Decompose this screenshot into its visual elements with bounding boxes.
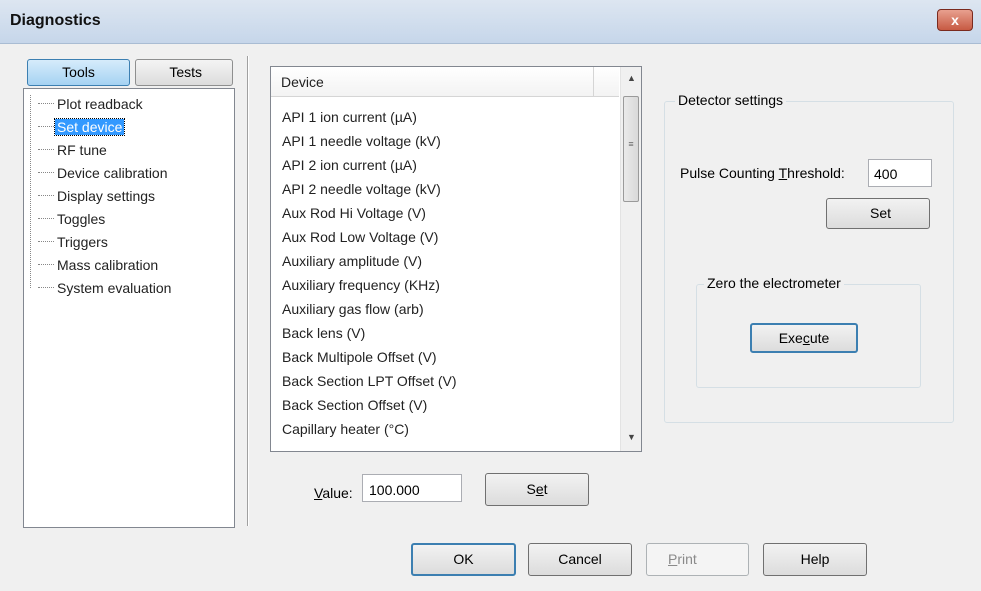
threshold-input[interactable]: 400 [868, 159, 932, 187]
list-item[interactable]: Auxiliary amplitude (V) [282, 249, 422, 273]
tree-item-label: System evaluation [57, 280, 172, 296]
tree-item-label: Toggles [57, 211, 106, 227]
value-input[interactable]: 100.000 [362, 474, 462, 502]
tree-item-label: Set device [53, 118, 126, 136]
list-item[interactable]: Auxiliary frequency (KHz) [282, 273, 440, 297]
list-item[interactable]: Back Multipole Offset (V) [282, 345, 437, 369]
device-list-scrollbar[interactable]: ▲ ≡ ▼ [620, 67, 641, 451]
tree-item-toggles[interactable]: Toggles [38, 209, 107, 229]
list-item[interactable]: API 2 needle voltage (kV) [282, 177, 441, 201]
ok-button[interactable]: OK [411, 543, 516, 576]
device-list[interactable]: Device API 1 ion current (µA) API 1 need… [270, 66, 642, 452]
scrollbar-thumb[interactable]: ≡ [623, 96, 639, 202]
tree-item-label: Triggers [57, 234, 108, 250]
tree-item-label: Display settings [57, 188, 156, 204]
tree-item-system-evaluation[interactable]: System evaluation [38, 278, 173, 298]
print-button: Print [646, 543, 749, 576]
tree-item-triggers[interactable]: Triggers [38, 232, 110, 252]
scroll-down-icon[interactable]: ▼ [621, 429, 641, 446]
tree-item-label: RF tune [57, 142, 107, 158]
scroll-up-icon[interactable]: ▲ [621, 70, 641, 87]
list-item[interactable]: Back Section LPT Offset (V) [282, 369, 457, 393]
device-column-header-label: Device [281, 74, 324, 90]
list-item[interactable]: API 1 ion current (µA) [282, 105, 417, 129]
list-item[interactable]: Capillary heater (°C) [282, 417, 409, 441]
cancel-button[interactable]: Cancel [528, 543, 632, 576]
list-item[interactable]: API 1 needle voltage (kV) [282, 129, 441, 153]
detector-settings-title: Detector settings [675, 92, 787, 108]
set-value-button[interactable]: Set [485, 473, 589, 506]
tree-item-label: Mass calibration [57, 257, 159, 273]
tree-item-label: Plot readback [57, 96, 143, 112]
tree-item-set-device[interactable]: Set device [38, 117, 126, 137]
list-item[interactable]: Aux Rod Hi Voltage (V) [282, 201, 426, 225]
close-icon: x [951, 12, 959, 28]
tree-item-rf-tune[interactable]: RF tune [38, 140, 109, 160]
execute-button[interactable]: Execute [750, 323, 858, 353]
list-item[interactable]: Back lens (V) [282, 321, 365, 345]
help-button[interactable]: Help [763, 543, 867, 576]
tree-item-display-settings[interactable]: Display settings [38, 186, 157, 206]
device-column-header[interactable]: Device [271, 67, 619, 97]
tree-item-device-calibration[interactable]: Device calibration [38, 163, 170, 183]
close-button[interactable]: x [937, 9, 973, 31]
pulse-counting-threshold-label: Pulse Counting Threshold: [680, 165, 845, 181]
threshold-set-button[interactable]: Set [826, 198, 930, 229]
value-label: Value: [314, 485, 353, 501]
tab-tests[interactable]: Tests [135, 59, 233, 86]
panel-separator [247, 56, 249, 526]
tree-item-mass-calibration[interactable]: Mass calibration [38, 255, 160, 275]
grip-icon: ≡ [628, 139, 634, 149]
list-item[interactable]: Aux Rod Low Voltage (V) [282, 225, 438, 249]
tab-tools[interactable]: Tools [27, 59, 130, 86]
zero-electrometer-title: Zero the electrometer [704, 275, 844, 291]
title-bar [0, 0, 981, 44]
tools-tree[interactable]: Plot readback Set device RF tune Device … [23, 88, 235, 528]
list-item[interactable]: Auxiliary gas flow (arb) [282, 297, 424, 321]
header-divider [593, 67, 594, 97]
list-item[interactable]: Back Section Offset (V) [282, 393, 427, 417]
tree-item-label: Device calibration [57, 165, 168, 181]
list-item[interactable]: API 2 ion current (µA) [282, 153, 417, 177]
tree-item-plot-readback[interactable]: Plot readback [38, 94, 145, 114]
tree-connector-line [30, 95, 31, 288]
window-title: Diagnostics [10, 12, 101, 29]
